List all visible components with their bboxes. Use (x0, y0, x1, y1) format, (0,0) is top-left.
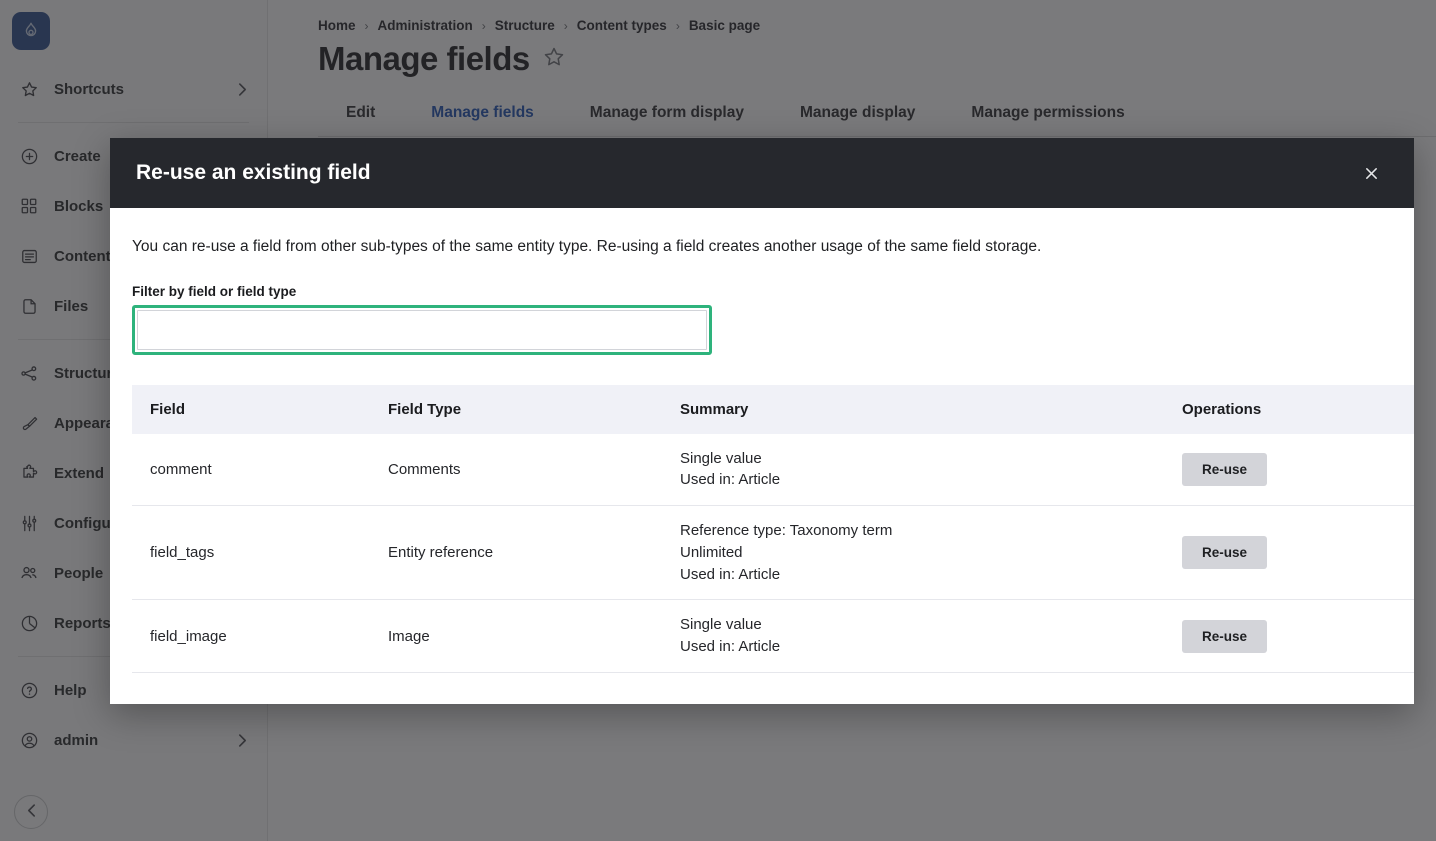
screen-root: Shortcuts Create Blocks (0, 0, 1436, 841)
reuse-field-dialog: Re-use an existing field You can re-use … (110, 138, 1414, 704)
dialog-header: Re-use an existing field (110, 138, 1414, 208)
reuse-button[interactable]: Re-use (1182, 619, 1268, 653)
cell-summary: Single value Used in: Article (662, 433, 1164, 507)
filter-input-focus-ring (132, 304, 712, 355)
cell-summary: Reference type: Taxonomy term Unlimited … (662, 505, 1164, 601)
close-x-icon[interactable] (1356, 158, 1386, 188)
cell-field-type: Entity reference (370, 505, 662, 601)
column-header-field: Field (132, 384, 370, 434)
summary-line: Reference type: Taxonomy term (680, 522, 893, 540)
cell-field-name: field_tags (132, 505, 370, 601)
table-header-row: Field Field Type Summary Operations (132, 384, 1414, 434)
dialog-title: Re-use an existing field (136, 161, 371, 184)
dialog-description: You can re-use a field from other sub-ty… (132, 238, 1042, 255)
cell-summary: Single value Used in: Article (662, 599, 1164, 673)
table-head: Field Field Type Summary Operations (132, 384, 1414, 434)
summary-line: Used in: Article (680, 565, 781, 583)
cell-field-name: comment (132, 433, 370, 507)
reuse-button[interactable]: Re-use (1182, 536, 1268, 570)
reuse-button[interactable]: Re-use (1182, 452, 1268, 486)
cell-field-name: field_image (132, 599, 370, 673)
table-row: field_tags Entity reference Reference ty… (132, 505, 1414, 601)
summary-line: Single value (680, 616, 762, 634)
column-header-summary: Summary (662, 384, 1164, 434)
cell-operations: Re-use (1164, 599, 1414, 673)
cell-operations: Re-use (1164, 433, 1414, 507)
table-row: comment Comments Single value Used in: A… (132, 433, 1414, 507)
summary-line: Used in: Article (680, 471, 781, 489)
filter-label: Filter by field or field type (132, 283, 297, 299)
dialog-body: You can re-use a field from other sub-ty… (110, 208, 1414, 704)
cell-operations: Re-use (1164, 505, 1414, 601)
summary-line: Single value (680, 449, 762, 467)
reusable-fields-table: Field Field Type Summary Operations comm… (132, 384, 1414, 673)
cell-field-type: Image (370, 599, 662, 673)
summary-line: Unlimited (680, 543, 743, 561)
table-row: field_image Image Single value Used in: … (132, 599, 1414, 673)
column-header-field-type: Field Type (370, 384, 662, 434)
cell-field-type: Comments (370, 433, 662, 507)
summary-line: Used in: Article (680, 638, 781, 656)
table-body: comment Comments Single value Used in: A… (132, 433, 1414, 673)
column-header-operations: Operations (1164, 384, 1414, 434)
filter-input[interactable] (137, 309, 707, 350)
